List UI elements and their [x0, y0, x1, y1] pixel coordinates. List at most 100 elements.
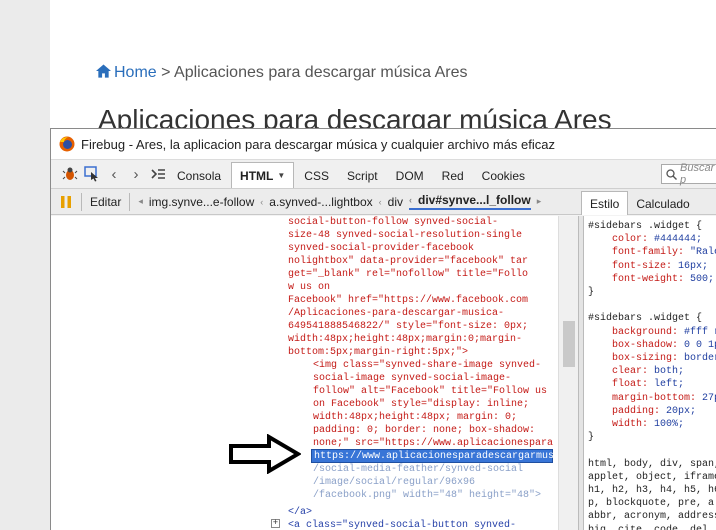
- css-prop-name: background: [612, 326, 673, 338]
- search-icon: [666, 168, 677, 180]
- breadcrumb-node-label: div#synve...l_follow: [418, 193, 531, 207]
- css-property[interactable]: clear: both;: [588, 365, 716, 378]
- vertical-scrollbar[interactable]: [558, 216, 578, 530]
- css-prop-name: color: [612, 234, 643, 246]
- css-prop-name: clear: [612, 366, 643, 378]
- css-prop-value: 100%;: [654, 419, 685, 431]
- panels: social-button-follow synved-social- size…: [51, 216, 716, 530]
- css-prop-value: "Rale: [690, 247, 716, 259]
- breadcrumb-current: Aplicaciones para descargar música Ares: [174, 64, 468, 81]
- breadcrumb-node-label: img.synve...e-follow: [148, 194, 255, 209]
- css-property[interactable]: float: left;: [588, 378, 716, 391]
- css-prop-name: width: [612, 419, 643, 431]
- css-prop-name: font-family: [612, 247, 679, 259]
- style-panel[interactable]: #sidebars .widget { color: #444444; font…: [584, 216, 716, 530]
- side-panel-tabs: Estilo Calculado: [581, 189, 698, 215]
- css-prop-name: padding: [612, 405, 655, 417]
- tab-html[interactable]: HTML ▼: [231, 162, 295, 188]
- html-subtoolbar: Editar ◂ img.synve...e-follow ‹ a.synved-.…: [51, 189, 716, 215]
- tab-script[interactable]: Script: [339, 164, 386, 188]
- breadcrumb-node-selected[interactable]: ‹ div#synve...l_follow: [409, 193, 531, 210]
- css-prop-value: #444444;: [654, 234, 703, 246]
- firebug-bug-icon[interactable]: [59, 160, 81, 188]
- window-titlebar: Firebug - Ares, la aplicacion para desca…: [51, 129, 716, 160]
- css-property[interactable]: color: #444444;: [588, 233, 716, 246]
- breadcrumb-separator: >: [161, 64, 171, 81]
- css-selector[interactable]: #sidebars .widget {: [588, 220, 716, 233]
- tab-estilo[interactable]: Estilo: [581, 191, 629, 215]
- css-prop-value: border: [684, 353, 716, 365]
- tab-dropdown-icon[interactable]: ▼: [277, 171, 285, 180]
- break-on-mutate-icon[interactable]: [59, 195, 73, 209]
- forward-arrow-icon[interactable]: ›: [125, 160, 147, 188]
- search-input[interactable]: Buscar p: [661, 162, 716, 186]
- expand-node-icon[interactable]: +: [271, 519, 280, 528]
- html-code-selected-text[interactable]: https://www.aplicacionesparadescargarmus: [311, 449, 554, 463]
- html-code-attributes[interactable]: social-button-follow synved-social- size…: [288, 216, 528, 359]
- breadcrumb-arrow-icon: ◂: [138, 196, 143, 206]
- html-panel[interactable]: social-button-follow synved-social- size…: [51, 216, 578, 530]
- tab-consola[interactable]: Consola: [169, 164, 229, 188]
- inspect-element-icon[interactable]: [81, 160, 103, 188]
- tab-red[interactable]: Red: [434, 164, 472, 188]
- tab-label: HTML: [240, 168, 274, 183]
- breadcrumb-node[interactable]: ◂ img.synve...e-follow: [138, 195, 254, 209]
- window-title: Firebug - Ares, la aplicacion para desca…: [81, 136, 555, 152]
- tab-cookies[interactable]: Cookies: [474, 164, 533, 188]
- css-prop-name: font-size: [612, 260, 667, 272]
- css-property[interactable]: padding: 20px;: [588, 405, 716, 418]
- css-property[interactable]: width: 100%;: [588, 418, 716, 431]
- css-property[interactable]: font-size: 16px;: [588, 260, 716, 273]
- css-prop-value: both;: [654, 366, 685, 378]
- css-property[interactable]: box-shadow: 0 0 1p: [588, 339, 716, 352]
- tab-css[interactable]: CSS: [296, 164, 337, 188]
- css-rule-close: }: [588, 287, 595, 299]
- html-code-img-tag[interactable]: <img class="synved-share-image synved- s…: [313, 359, 553, 450]
- edit-button[interactable]: Editar: [90, 195, 121, 209]
- tab-label: Cookies: [481, 169, 526, 183]
- firefox-icon: [59, 136, 75, 152]
- css-prop-name: margin-bottom: [612, 392, 691, 404]
- breadcrumb-home-link[interactable]: Home: [96, 64, 161, 81]
- breadcrumb-node-label: a.synved-...lightbox: [269, 194, 373, 209]
- css-prop-value: 0 0 1p: [684, 339, 716, 351]
- annotation-arrow-icon: [229, 434, 301, 474]
- tab-label: CSS: [304, 169, 329, 183]
- breadcrumb-arrow-icon: ‹: [409, 195, 412, 205]
- css-property[interactable]: font-weight: 500;: [588, 273, 716, 286]
- css-property[interactable]: background: #fff r: [588, 326, 716, 339]
- back-arrow-icon[interactable]: ‹: [103, 160, 125, 188]
- breadcrumb: Home > Aplicaciones para descargar músic…: [96, 64, 468, 82]
- css-selector[interactable]: #sidebars .widget {: [588, 312, 716, 325]
- firebug-toolbar: ‹ › Consola HTML ▼ CSS Script DOM Red Coo…: [51, 160, 716, 189]
- html-code-next-node[interactable]: <a class="synved-social-button synved-: [288, 519, 516, 530]
- css-selector[interactable]: html, body, div, span, applet, object, i…: [588, 458, 716, 530]
- breadcrumb-scroll-icon[interactable]: ▸: [537, 196, 542, 207]
- css-prop-value: 27p: [702, 392, 716, 404]
- css-prop-value: left;: [654, 379, 685, 391]
- tab-label: Consola: [177, 169, 222, 183]
- tab-label: Red: [441, 169, 464, 183]
- css-property[interactable]: font-family: "Rale: [588, 246, 716, 259]
- css-property[interactable]: box-sizing: border: [588, 352, 716, 365]
- css-property[interactable]: margin-bottom: 27p: [588, 392, 716, 405]
- css-prop-value: 20px;: [666, 405, 697, 417]
- side-tab-label: Calculado: [636, 197, 690, 211]
- html-code-img-src[interactable]: /social-media-feather/synved-social /ima…: [313, 463, 541, 502]
- scrollbar-thumb[interactable]: [563, 321, 575, 367]
- tab-label: Script: [346, 169, 378, 183]
- breadcrumb-node-label: div: [387, 194, 403, 209]
- tab-dom[interactable]: DOM: [388, 164, 432, 188]
- command-line-icon[interactable]: [147, 160, 169, 188]
- css-blank-line: [588, 299, 716, 312]
- breadcrumb-node[interactable]: ‹ div: [379, 195, 403, 209]
- css-prop-value: 16px;: [678, 260, 709, 272]
- breadcrumb-node[interactable]: ‹ a.synved-...lightbox: [260, 195, 372, 209]
- css-prop-name: font-weight: [612, 273, 679, 285]
- css-rule-close: }: [588, 432, 595, 444]
- css-prop-value: 500;: [690, 273, 715, 285]
- html-code-close-tag[interactable]: </a>: [288, 506, 312, 519]
- tab-calculado[interactable]: Calculado: [628, 193, 697, 215]
- breadcrumb-home-label: Home: [114, 64, 157, 81]
- breadcrumb-arrow-icon: ‹: [378, 196, 382, 207]
